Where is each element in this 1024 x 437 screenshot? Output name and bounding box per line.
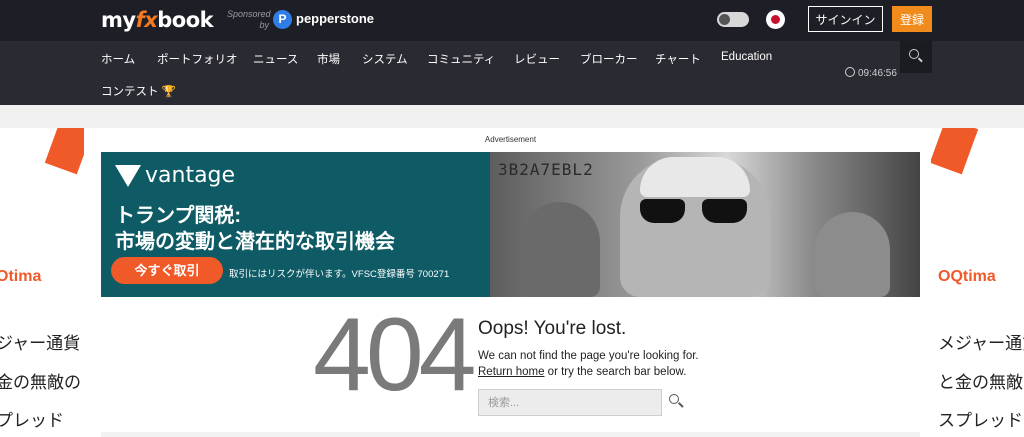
nav-item-charts[interactable]: チャート	[655, 51, 701, 67]
nav-item-brokers[interactable]: ブローカー	[580, 51, 638, 67]
ad-cta-button[interactable]: 今すぐ取引	[111, 257, 223, 284]
side-ad-line: 金の無敵の	[0, 373, 81, 392]
banner-image-panel: 3B2A7EBL2	[490, 152, 920, 297]
bear-image	[815, 212, 890, 297]
japan-flag-icon[interactable]	[766, 10, 785, 29]
nav-item-systems[interactable]: システム	[362, 51, 408, 67]
error-title: Oops! You're lost.	[478, 318, 627, 339]
side-ad-line: プレッド	[0, 411, 64, 430]
nav-item-contest[interactable]: コンテスト 🏆	[101, 83, 176, 99]
nav-item-reviews[interactable]: レビュー	[514, 51, 560, 67]
search-submit-button[interactable]	[668, 393, 686, 411]
nav-item-community[interactable]: コミュニティ	[427, 51, 495, 67]
vantage-banner-ad[interactable]: vantage トランプ関税: 市場の変動と潜在的な取引機会 今すぐ取引 取引に…	[101, 152, 920, 297]
error-hint-suffix: or try the search bar below.	[544, 366, 687, 378]
side-ad-brand: OQtima	[938, 268, 996, 285]
side-ad-line: メジャー通貨	[938, 334, 1024, 353]
error-message: We can not find the page you're looking …	[478, 350, 699, 362]
bull-image	[520, 202, 600, 297]
main-nav: ホーム ポートフォリオ ニュース 市場 システム コミュニティ レビュー ブロー…	[0, 41, 1024, 105]
nav-item-news[interactable]: ニュース	[253, 51, 298, 67]
nav-item-markets[interactable]: 市場	[317, 51, 340, 67]
sponsored-by-label: Sponsored by	[227, 9, 271, 30]
toggle-knob-icon	[719, 14, 730, 25]
return-home-link[interactable]: Return home	[478, 366, 544, 378]
side-ad-brand: Otima	[0, 268, 42, 285]
search-input[interactable]	[478, 389, 662, 416]
side-ad-right[interactable]: OQtima メジャー通貨 と金の無敵 スプレッド	[931, 128, 1024, 437]
banner-text-panel: vantage トランプ関税: 市場の変動と潜在的な取引機会 今すぐ取引 取引に…	[101, 152, 490, 297]
myfxbook-logo[interactable]: myfxbook	[101, 8, 214, 32]
signin-button[interactable]: サインイン	[808, 6, 883, 32]
clock-icon	[845, 67, 855, 77]
pepperstone-logo-icon[interactable]: P	[273, 10, 292, 29]
server-clock: 09:46:56	[845, 67, 897, 79]
side-ad-shape	[931, 128, 979, 175]
side-ad-shape	[44, 128, 84, 175]
ad-headline-2: 市場の変動と潜在的な取引機会	[115, 231, 395, 253]
side-ad-line: ジャー通貨	[0, 334, 81, 353]
sunglasses-icon	[640, 199, 750, 223]
ad-headline-1: トランプ関税:	[115, 205, 242, 227]
side-ad-line: と金の無敵	[938, 373, 1023, 392]
nav-item-home[interactable]: ホーム	[101, 51, 135, 67]
side-ad-left[interactable]: Otima ジャー通貨 金の無敵の プレッド	[0, 128, 84, 437]
ad-disclaimer: 取引にはリスクが伴います。VFSC登録番号 700271	[229, 269, 450, 280]
content-divider	[101, 432, 920, 437]
sponsor-name[interactable]: pepperstone	[296, 11, 374, 26]
banknote-serial: 3B2A7EBL2	[498, 160, 594, 179]
nav-item-education[interactable]: Education	[721, 51, 772, 63]
nav-search-button[interactable]	[900, 41, 932, 73]
ad-brand: vantage	[145, 163, 236, 188]
error-code: 404	[313, 297, 477, 413]
advertisement-label: Advertisement	[484, 135, 537, 144]
portrait-image	[620, 157, 770, 297]
register-button[interactable]: 登録	[892, 6, 932, 32]
nav-item-portfolio[interactable]: ポートフォリオ	[157, 51, 238, 67]
top-bar: myfxbook Sponsored by P pepperstone サインイン…	[0, 0, 1024, 41]
side-ad-line: スプレッド	[938, 411, 1023, 430]
clock-time: 09:46:56	[858, 68, 897, 79]
vantage-logo-icon	[115, 165, 141, 187]
theme-toggle[interactable]	[717, 12, 749, 27]
error-hint: Return home or try the search bar below.	[478, 366, 686, 378]
